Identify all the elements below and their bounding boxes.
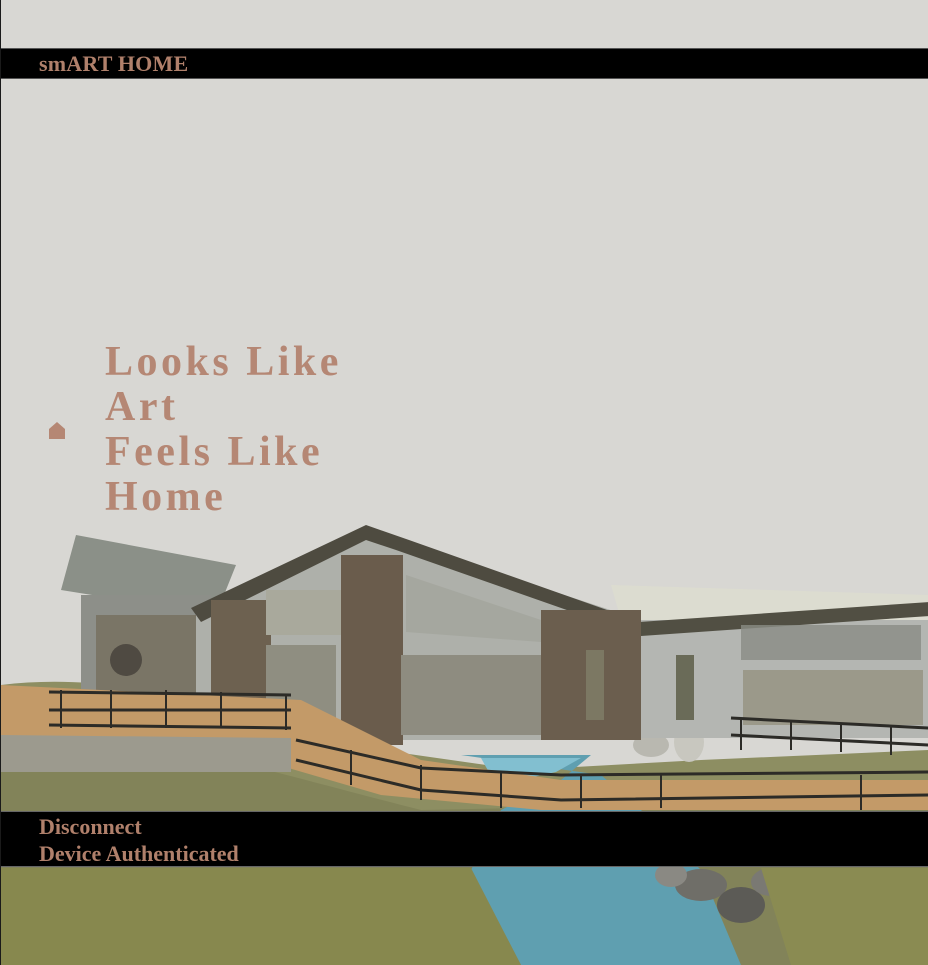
brand-link[interactable]: smART HOME [39, 51, 188, 77]
header-bar: smART HOME [1, 48, 928, 79]
disconnect-link[interactable]: Disconnect [39, 814, 142, 840]
headline-line: Looks Like [105, 339, 342, 385]
house-illustration [1, 525, 928, 965]
home-icon[interactable] [47, 421, 67, 439]
status-bar: Disconnect Device Authenticated [1, 811, 928, 867]
page: smART HOME Looks Like Art Feels Like Hom… [0, 0, 928, 965]
hero: Looks Like Art Feels Like Home [47, 340, 342, 520]
hero-headline: Looks Like Art Feels Like Home [105, 340, 342, 520]
auth-status-text: Device Authenticated [39, 841, 239, 866]
headline-line: Art [105, 384, 179, 430]
headline-line: Feels Like [105, 429, 324, 475]
